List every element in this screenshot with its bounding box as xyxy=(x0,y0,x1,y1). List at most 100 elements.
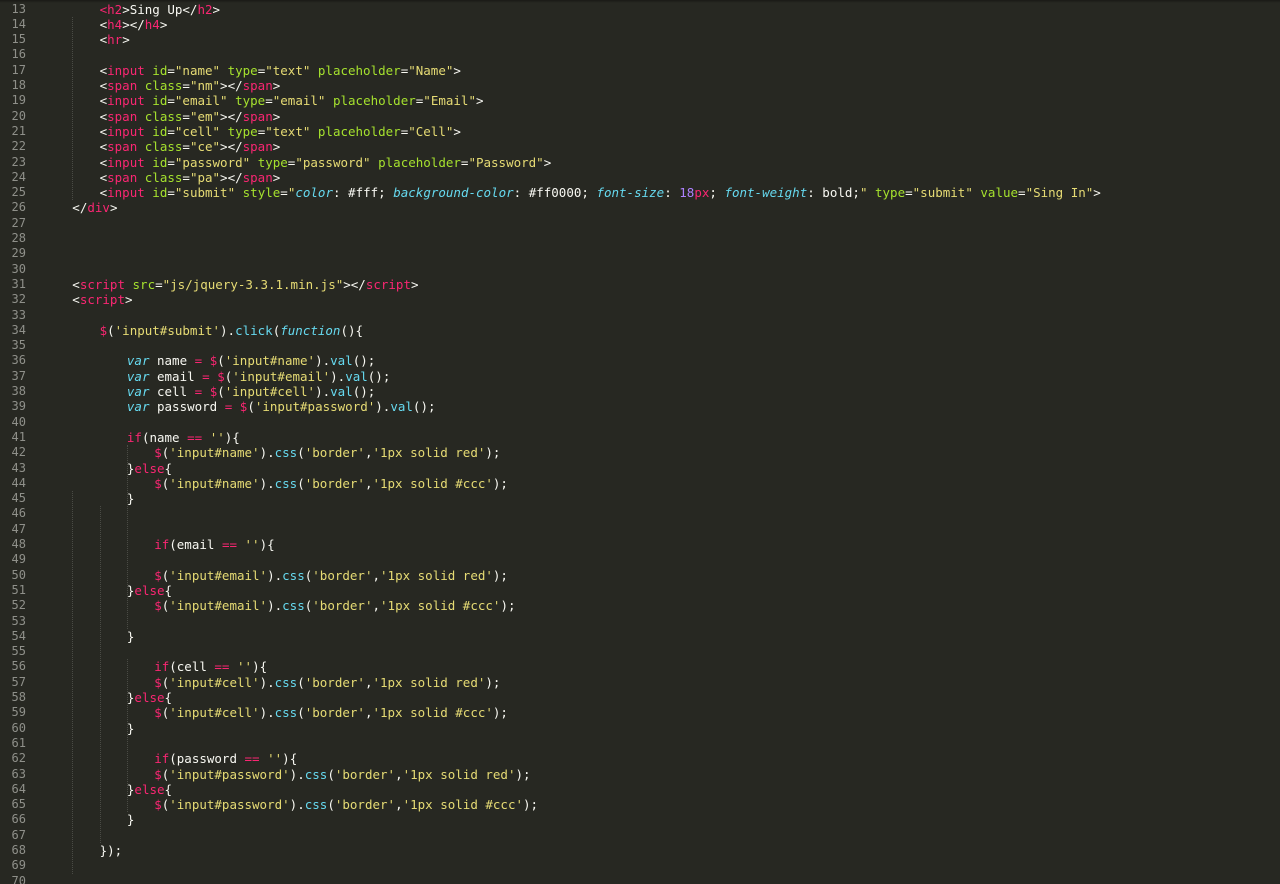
code-line[interactable]: var password = $('input#password').val()… xyxy=(127,399,436,414)
code-token: = xyxy=(182,169,190,185)
code-editor[interactable]: 13 14 15 16 17 18 19 20 21 22 23 24 25 26 27 28 29 30 31 32… xyxy=(0,0,1280,884)
code-line[interactable]: var email = $('input#email').val(); xyxy=(127,369,390,384)
line-number: 18 xyxy=(11,78,26,92)
line-number: 38 xyxy=(11,384,26,398)
code-token: "ce" xyxy=(189,139,221,155)
code-token: ). xyxy=(259,475,275,491)
code-token: $ xyxy=(154,705,162,721)
code-line[interactable]: }else{ xyxy=(127,583,172,598)
code-token: ). xyxy=(267,567,283,583)
code-line[interactable]: var name = $('input#name').val(); xyxy=(127,353,375,368)
code-line[interactable]: <input id="name" type="text" placeholder… xyxy=(100,63,461,78)
code-token: ). xyxy=(289,797,305,813)
line-number: 67 xyxy=(11,827,26,842)
code-line[interactable]: $('input#email').css('border','1px solid… xyxy=(154,598,515,613)
code-token: ( xyxy=(297,445,305,461)
code-token: ). xyxy=(267,598,283,614)
code-token: ). xyxy=(375,399,391,415)
code-token: click xyxy=(235,322,273,338)
code-token: '1px solid #ccc' xyxy=(372,705,493,721)
code-token: else xyxy=(134,690,165,705)
line-number: 28 xyxy=(11,231,26,245)
code-token: > xyxy=(272,108,281,124)
code-area[interactable]: <h2>Sing Up</h2> <h4></h4> <hr> <input id="… xyxy=(44,0,1280,884)
code-token: input xyxy=(107,93,145,109)
code-token: ); xyxy=(523,797,539,813)
code-line[interactable]: $('input#name').css('border','1px solid … xyxy=(154,476,508,491)
line-number: 51 xyxy=(11,582,26,597)
code-token: > xyxy=(543,154,552,170)
code-line[interactable]: <span class="pa"></span> xyxy=(100,170,281,185)
code-line[interactable]: <script src="js/jquery-3.3.1.min.js"></s… xyxy=(72,277,418,292)
code-token: $ xyxy=(154,797,162,813)
line-number-gutter: 13 14 15 16 17 18 19 20 21 22 23 24 25 26 27 28 29 30 31 32… xyxy=(0,0,44,884)
code-line[interactable]: $('input#email').css('border','1px solid… xyxy=(154,568,508,583)
code-line[interactable]: } xyxy=(127,629,135,644)
code-line[interactable]: <input id="cell" type="text" placeholder… xyxy=(100,124,461,139)
code-line[interactable]: }); xyxy=(100,843,123,858)
code-line[interactable]: <script> xyxy=(72,292,132,307)
code-token: class xyxy=(144,78,183,93)
line-number: 56 xyxy=(11,659,26,674)
code-line[interactable]: <span class="nm"></span> xyxy=(100,78,281,93)
code-line[interactable]: }else{ xyxy=(127,782,172,797)
code-line[interactable]: <input id="email" type="email" placehold… xyxy=(100,93,484,108)
code-line[interactable]: <h4></h4> xyxy=(100,17,168,32)
code-line[interactable]: $('input#name').css('border','1px solid … xyxy=(154,445,500,460)
code-line[interactable]: <span class="em"></span> xyxy=(100,109,281,124)
code-line[interactable]: $('input#cell').css('border','1px solid … xyxy=(154,675,500,690)
code-token: 'input#cell' xyxy=(224,384,316,399)
code-line[interactable]: $('input#password').css('border','1px so… xyxy=(154,767,530,782)
code-line[interactable]: <hr> xyxy=(100,32,130,47)
code-line[interactable]: if(cell == ''){ xyxy=(154,659,267,674)
code-line[interactable]: } xyxy=(127,812,135,827)
code-token: == xyxy=(214,659,230,675)
line-number: 45 xyxy=(11,491,26,506)
code-token: h4 xyxy=(144,16,160,32)
line-number: 21 xyxy=(11,123,26,138)
code-token: placeholder xyxy=(378,154,461,170)
code-token: type xyxy=(227,123,258,139)
code-line[interactable]: } xyxy=(127,721,135,736)
code-line[interactable]: if(name == ''){ xyxy=(127,430,240,445)
code-token: ></ xyxy=(122,16,145,32)
code-token: ( xyxy=(297,475,305,491)
indent-guide xyxy=(126,659,128,813)
code-line[interactable]: } xyxy=(127,491,135,506)
code-token: < xyxy=(99,78,108,93)
code-line[interactable]: $('input#password').css('border','1px so… xyxy=(154,797,538,812)
code-token: < xyxy=(72,292,80,308)
code-line[interactable]: }else{ xyxy=(127,690,172,705)
line-number: 30 xyxy=(11,261,26,276)
line-number: 46 xyxy=(11,506,26,521)
code-line[interactable]: if(password == ''){ xyxy=(154,751,297,766)
code-token: } xyxy=(126,628,135,644)
code-token: < xyxy=(99,154,108,170)
code-line[interactable]: <input id="password" type="password" pla… xyxy=(100,155,552,170)
code-token: > xyxy=(1093,185,1101,201)
code-line[interactable]: <span class="ce"></span> xyxy=(100,139,281,154)
code-token: == xyxy=(187,429,203,445)
code-line[interactable]: if(email == ''){ xyxy=(154,537,274,552)
code-line[interactable]: <h2>Sing Up</h2> xyxy=(100,2,220,17)
code-line[interactable]: $('input#submit').click(function(){ xyxy=(100,323,363,338)
code-token: '' xyxy=(244,537,260,552)
code-token: script xyxy=(79,292,125,308)
line-number: 20 xyxy=(11,108,26,123)
line-number: 15 xyxy=(11,32,26,47)
code-token: = xyxy=(167,154,175,170)
code-token: = xyxy=(167,62,175,78)
code-token: "submit" xyxy=(912,185,973,201)
code-token: > xyxy=(212,1,221,17)
code-token: 'input#email' xyxy=(169,598,268,614)
code-line[interactable]: </div> xyxy=(72,200,117,215)
code-token: } xyxy=(126,812,135,828)
code-line[interactable]: <input id="submit" style="color: #fff; b… xyxy=(100,185,1101,200)
code-line[interactable]: $('input#cell').css('border','1px solid … xyxy=(154,705,508,720)
code-token: < xyxy=(99,62,108,78)
code-token: type xyxy=(235,93,266,109)
code-line[interactable]: var cell = $('input#cell').val(); xyxy=(127,384,375,399)
code-line[interactable]: }else{ xyxy=(127,461,172,476)
